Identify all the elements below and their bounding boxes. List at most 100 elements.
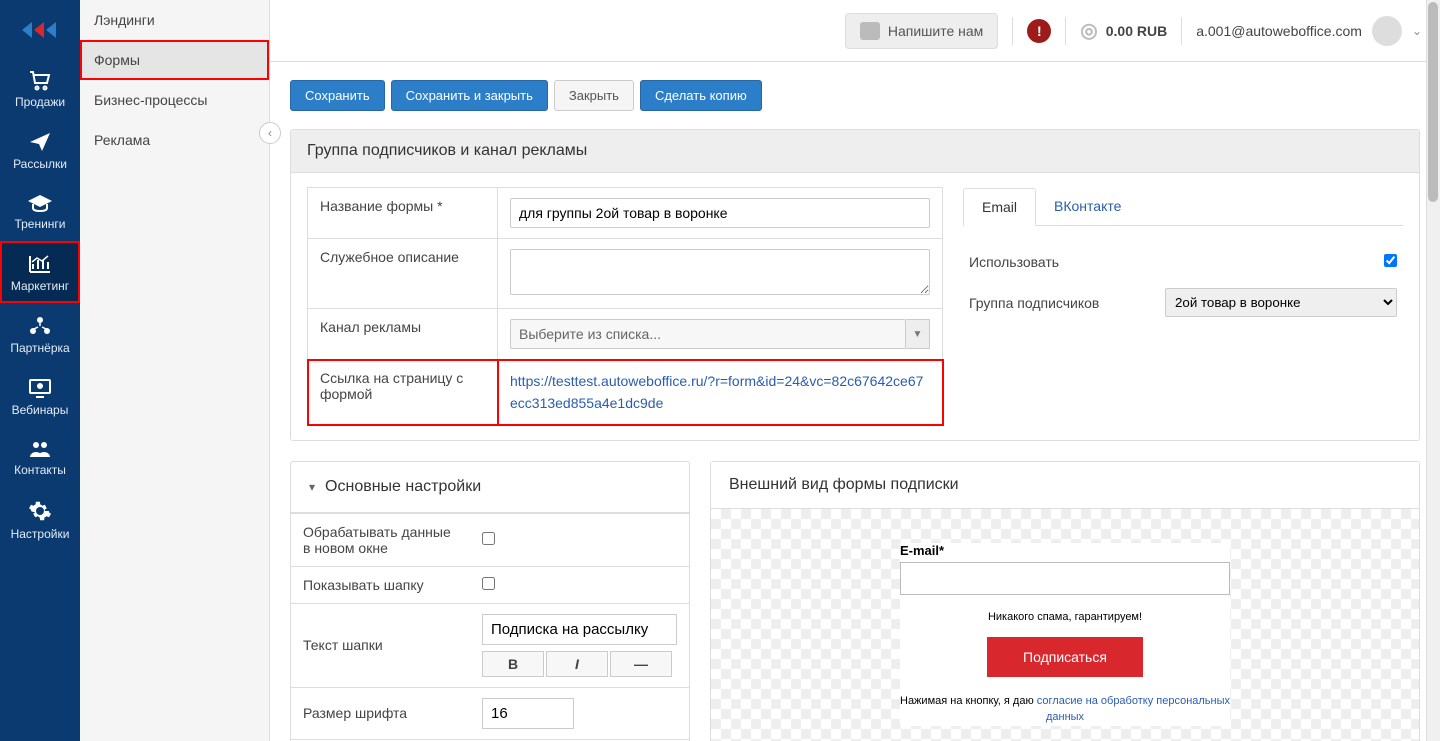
header-text-input[interactable] <box>482 614 677 645</box>
nav-trainings[interactable]: Тренинги <box>0 181 80 241</box>
nav-mailings[interactable]: Рассылки <box>0 119 80 181</box>
preview-consent-text: Нажимая на кнопку, я даю согласие на обр… <box>900 693 1230 726</box>
separator <box>1065 17 1066 45</box>
copy-button[interactable]: Сделать копию <box>640 80 762 111</box>
email-tab-content: Использовать Группа подписчиков 2ой това… <box>963 244 1403 327</box>
webinar-icon <box>27 377 53 399</box>
new-window-label: Обрабатывать данные в новом окне <box>291 513 470 566</box>
font-size-label: Размер шрифта <box>291 687 470 739</box>
preview-canvas: E-mail* Никакого спама, гарантируем! Под… <box>711 509 1419 741</box>
chat-label: Напишите нам <box>888 23 983 39</box>
nav-label: Настройки <box>11 527 70 541</box>
strike-button[interactable]: — <box>610 651 672 677</box>
gear-icon <box>28 499 52 523</box>
preview-email-label: E-mail* <box>900 543 1230 558</box>
separator <box>1012 17 1013 45</box>
nav-label: Продажи <box>15 95 65 109</box>
subnav-landings[interactable]: Лэндинги <box>80 0 269 40</box>
settings-title: Основные настройки <box>325 478 481 496</box>
nav-partners[interactable]: Партнёрка <box>0 303 80 365</box>
subnav-ads[interactable]: Реклама <box>80 120 269 160</box>
header-text-label: Текст шапки <box>291 603 470 687</box>
nav-sales[interactable]: Продажи <box>0 57 80 119</box>
channel-tabs: Email ВКонтакте <box>963 187 1403 226</box>
partners-icon <box>27 315 53 337</box>
desc-textarea[interactable] <box>510 249 930 295</box>
panel-title: Группа подписчиков и канал рекламы <box>291 130 1419 173</box>
user-menu[interactable]: a.001@autoweboffice.com ⌄ <box>1196 16 1422 46</box>
group-label: Группа подписчиков <box>965 280 1159 325</box>
nav-settings[interactable]: Настройки <box>0 487 80 551</box>
app-logo <box>20 0 60 57</box>
cart-icon <box>27 69 53 91</box>
use-checkbox[interactable] <box>1384 254 1397 267</box>
tab-vk[interactable]: ВКонтакте <box>1036 188 1139 226</box>
form-name-input[interactable] <box>510 198 930 228</box>
channel-dropdown-button[interactable]: ▼ <box>906 319 930 349</box>
preview-consent-link[interactable]: согласие на обработку персональных данны… <box>1037 695 1230 724</box>
settings-toggle[interactable]: ▾ Основные настройки <box>291 462 689 513</box>
close-button[interactable]: Закрыть <box>554 80 634 111</box>
nav-label: Контакты <box>14 463 66 477</box>
caret-down-icon: ▾ <box>309 480 315 494</box>
scrollbar-thumb[interactable] <box>1428 2 1438 202</box>
italic-button[interactable]: I <box>546 651 608 677</box>
preview-email-input[interactable] <box>900 562 1230 595</box>
chevron-down-icon: ⌄ <box>1412 24 1422 38</box>
channel-label: Канал рекламы <box>308 309 498 360</box>
action-bar: Сохранить Сохранить и закрыть Закрыть Сд… <box>290 80 1420 111</box>
nav-label: Рассылки <box>13 157 67 171</box>
form-link[interactable]: https://testtest.autoweboffice.ru/?r=for… <box>498 360 943 426</box>
separator <box>1181 17 1182 45</box>
font-size-input[interactable] <box>482 698 574 729</box>
preview-panel: Внешний вид формы подписки E-mail* Никак… <box>710 461 1420 741</box>
user-email: a.001@autoweboffice.com <box>1196 23 1362 39</box>
main-settings-panel: ▾ Основные настройки Обрабатывать данные… <box>290 461 690 741</box>
preview-title: Внешний вид формы подписки <box>711 462 1419 509</box>
contacts-icon <box>27 439 53 459</box>
preview-subscribe-button[interactable]: Подписаться <box>987 637 1143 677</box>
nav-marketing[interactable]: Маркетинг <box>0 241 80 303</box>
link-label: Ссылка на страницу с формой <box>308 360 498 426</box>
tab-email[interactable]: Email <box>963 188 1036 226</box>
subnav-processes[interactable]: Бизнес-процессы <box>80 80 269 120</box>
main-nav: Продажи Рассылки Тренинги Маркетинг Парт… <box>0 0 80 741</box>
nav-label: Тренинги <box>14 217 65 231</box>
group-select[interactable]: 2ой товар в воронке <box>1165 288 1397 317</box>
coins-icon: ◎ <box>1080 18 1097 43</box>
balance-value: 0.00 RUB <box>1106 23 1167 39</box>
chat-button[interactable]: Напишите нам <box>845 13 998 49</box>
nav-contacts[interactable]: Контакты <box>0 427 80 487</box>
chat-icon <box>860 22 880 40</box>
nav-label: Партнёрка <box>10 341 69 355</box>
nav-label: Маркетинг <box>11 279 69 293</box>
subnav-forms[interactable]: Формы <box>80 40 269 80</box>
alert-badge[interactable]: ! <box>1027 19 1051 43</box>
channel-select[interactable] <box>510 319 906 349</box>
save-close-button[interactable]: Сохранить и закрыть <box>391 80 548 111</box>
nav-label: Вебинары <box>12 403 69 417</box>
secondary-nav: Лэндинги Формы Бизнес-процессы Реклама ‹ <box>80 0 270 741</box>
bold-button[interactable]: B <box>482 651 544 677</box>
top-header: Напишите нам ! ◎ 0.00 RUB a.001@autowebo… <box>270 0 1440 62</box>
preview-spam-note: Никакого спама, гарантируем! <box>900 611 1230 623</box>
content-area: Сохранить Сохранить и закрыть Закрыть Сд… <box>270 62 1440 741</box>
balance-display[interactable]: ◎ 0.00 RUB <box>1080 18 1167 43</box>
subscribers-panel: Группа подписчиков и канал рекламы Назва… <box>290 129 1420 441</box>
scrollbar[interactable] <box>1426 0 1440 741</box>
send-icon <box>28 131 52 153</box>
form-name-label: Название формы * <box>308 188 498 239</box>
use-label: Использовать <box>965 246 1159 278</box>
show-header-label: Показывать шапку <box>291 566 470 603</box>
graduation-icon <box>27 193 53 213</box>
chart-icon <box>27 253 53 275</box>
form-settings-table: Название формы * Служебное описание Кана… <box>307 187 943 426</box>
nav-webinars[interactable]: Вебинары <box>0 365 80 427</box>
avatar <box>1372 16 1402 46</box>
collapse-sidebar-button[interactable]: ‹ <box>259 122 281 144</box>
save-button[interactable]: Сохранить <box>290 80 385 111</box>
subscription-form-preview: E-mail* Никакого спама, гарантируем! Под… <box>900 543 1230 726</box>
new-window-checkbox[interactable] <box>482 532 495 545</box>
desc-label: Служебное описание <box>308 239 498 309</box>
show-header-checkbox[interactable] <box>482 577 495 590</box>
